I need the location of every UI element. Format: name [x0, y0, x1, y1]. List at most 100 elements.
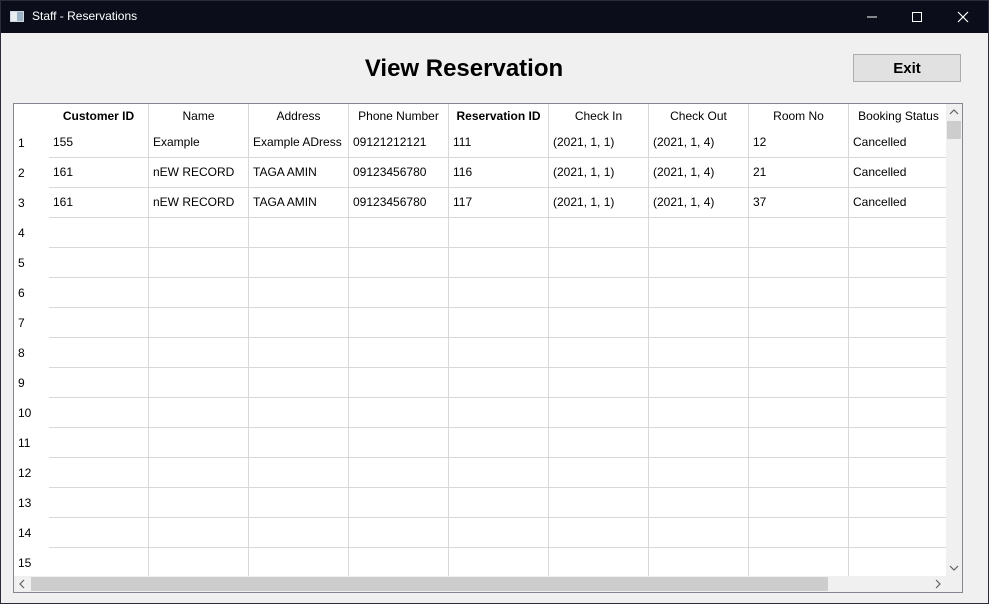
table-cell[interactable]: (2021, 1, 1): [549, 158, 649, 188]
column-header[interactable]: Customer ID: [49, 104, 149, 128]
table-cell[interactable]: 116: [449, 158, 549, 188]
table-cell[interactable]: [449, 308, 549, 338]
table-cell[interactable]: [849, 368, 946, 398]
column-header[interactable]: Name: [149, 104, 249, 128]
table-cell[interactable]: [749, 308, 849, 338]
table-cell[interactable]: [249, 278, 349, 308]
table-cell[interactable]: Cancelled: [849, 128, 946, 158]
table-cell[interactable]: [149, 278, 249, 308]
table-cell[interactable]: 09123456780: [349, 158, 449, 188]
table-cell[interactable]: [649, 308, 749, 338]
column-header[interactable]: Reservation ID: [449, 104, 549, 128]
table-cell[interactable]: [849, 548, 946, 576]
table-cell[interactable]: [849, 398, 946, 428]
table-cell[interactable]: (2021, 1, 4): [649, 128, 749, 158]
table-cell[interactable]: [149, 308, 249, 338]
horizontal-scroll-thumb[interactable]: [31, 577, 828, 591]
row-number[interactable]: 15: [14, 548, 49, 576]
table-cell[interactable]: [349, 428, 449, 458]
table-cell[interactable]: [149, 398, 249, 428]
table-cell[interactable]: [749, 278, 849, 308]
table-cell[interactable]: [149, 548, 249, 576]
table-row[interactable]: 14: [14, 518, 946, 548]
table-cell[interactable]: (2021, 1, 4): [649, 188, 749, 218]
table-cell[interactable]: [549, 248, 649, 278]
table-cell[interactable]: [349, 488, 449, 518]
table-cell[interactable]: [549, 368, 649, 398]
table-row[interactable]: 11: [14, 428, 946, 458]
table-cell[interactable]: [249, 488, 349, 518]
table-cell[interactable]: [849, 488, 946, 518]
table-cell[interactable]: 12: [749, 128, 849, 158]
row-number[interactable]: 5: [14, 248, 49, 278]
table-cell[interactable]: [649, 398, 749, 428]
table-cell[interactable]: [549, 428, 649, 458]
table-cell[interactable]: [249, 248, 349, 278]
table-cell[interactable]: nEW RECORD: [149, 158, 249, 188]
table-cell[interactable]: TAGA AMIN: [249, 188, 349, 218]
table-cell[interactable]: Cancelled: [849, 158, 946, 188]
maximize-button[interactable]: [894, 1, 940, 33]
table-cell[interactable]: [149, 458, 249, 488]
table-cell[interactable]: [149, 248, 249, 278]
row-number[interactable]: 7: [14, 308, 49, 338]
table-cell[interactable]: [649, 278, 749, 308]
column-header[interactable]: Check In: [549, 104, 649, 128]
table-cell[interactable]: TAGA AMIN: [249, 158, 349, 188]
row-number[interactable]: 14: [14, 518, 49, 548]
row-number[interactable]: 3: [14, 188, 49, 218]
table-cell[interactable]: [249, 398, 349, 428]
table-cell[interactable]: [49, 308, 149, 338]
table-cell[interactable]: [49, 398, 149, 428]
table-cell[interactable]: [549, 518, 649, 548]
table-cell[interactable]: [649, 518, 749, 548]
close-button[interactable]: [940, 1, 986, 33]
table-cell[interactable]: [749, 488, 849, 518]
table-cell[interactable]: (2021, 1, 1): [549, 188, 649, 218]
table-cell[interactable]: [549, 548, 649, 576]
table-cell[interactable]: [249, 218, 349, 248]
table-cell[interactable]: [749, 248, 849, 278]
vertical-scroll-thumb[interactable]: [947, 121, 961, 139]
table-cell[interactable]: [449, 278, 549, 308]
table-cell[interactable]: [449, 248, 549, 278]
table-cell[interactable]: [449, 518, 549, 548]
exit-button[interactable]: Exit: [853, 54, 961, 82]
table-cell[interactable]: (2021, 1, 1): [549, 128, 649, 158]
table-cell[interactable]: [549, 398, 649, 428]
table-cell[interactable]: [49, 488, 149, 518]
table-cell[interactable]: [149, 218, 249, 248]
table-row[interactable]: 5: [14, 248, 946, 278]
row-number[interactable]: 2: [14, 158, 49, 188]
table-cell[interactable]: 37: [749, 188, 849, 218]
table-cell[interactable]: [49, 338, 149, 368]
table-cell[interactable]: [749, 428, 849, 458]
table-row[interactable]: 4: [14, 218, 946, 248]
table-cell[interactable]: 117: [449, 188, 549, 218]
table-row[interactable]: 3 161 nEW RECORD TAGA AMIN 09123456780 117 (20…: [14, 188, 946, 218]
table-cell[interactable]: [549, 488, 649, 518]
table-cell[interactable]: [249, 548, 349, 576]
table-cell[interactable]: [349, 218, 449, 248]
table-cell[interactable]: [649, 338, 749, 368]
row-number[interactable]: 8: [14, 338, 49, 368]
column-header[interactable]: Booking Status: [849, 104, 946, 128]
table-cell[interactable]: [449, 428, 549, 458]
table-cell[interactable]: [349, 308, 449, 338]
chevron-down-icon[interactable]: [946, 560, 962, 576]
table-cell[interactable]: [849, 428, 946, 458]
table-cell[interactable]: [549, 278, 649, 308]
table-cell[interactable]: [449, 368, 549, 398]
table-cell[interactable]: [549, 308, 649, 338]
column-header[interactable]: Phone Number: [349, 104, 449, 128]
row-number[interactable]: 9: [14, 368, 49, 398]
table-cell[interactable]: [49, 278, 149, 308]
row-number[interactable]: 6: [14, 278, 49, 308]
table-cell[interactable]: [449, 488, 549, 518]
table-row[interactable]: 13: [14, 488, 946, 518]
table-cell[interactable]: (2021, 1, 4): [649, 158, 749, 188]
table-cell[interactable]: [449, 398, 549, 428]
table-cell[interactable]: [849, 278, 946, 308]
table-cell[interactable]: [849, 338, 946, 368]
table-cell[interactable]: [49, 518, 149, 548]
